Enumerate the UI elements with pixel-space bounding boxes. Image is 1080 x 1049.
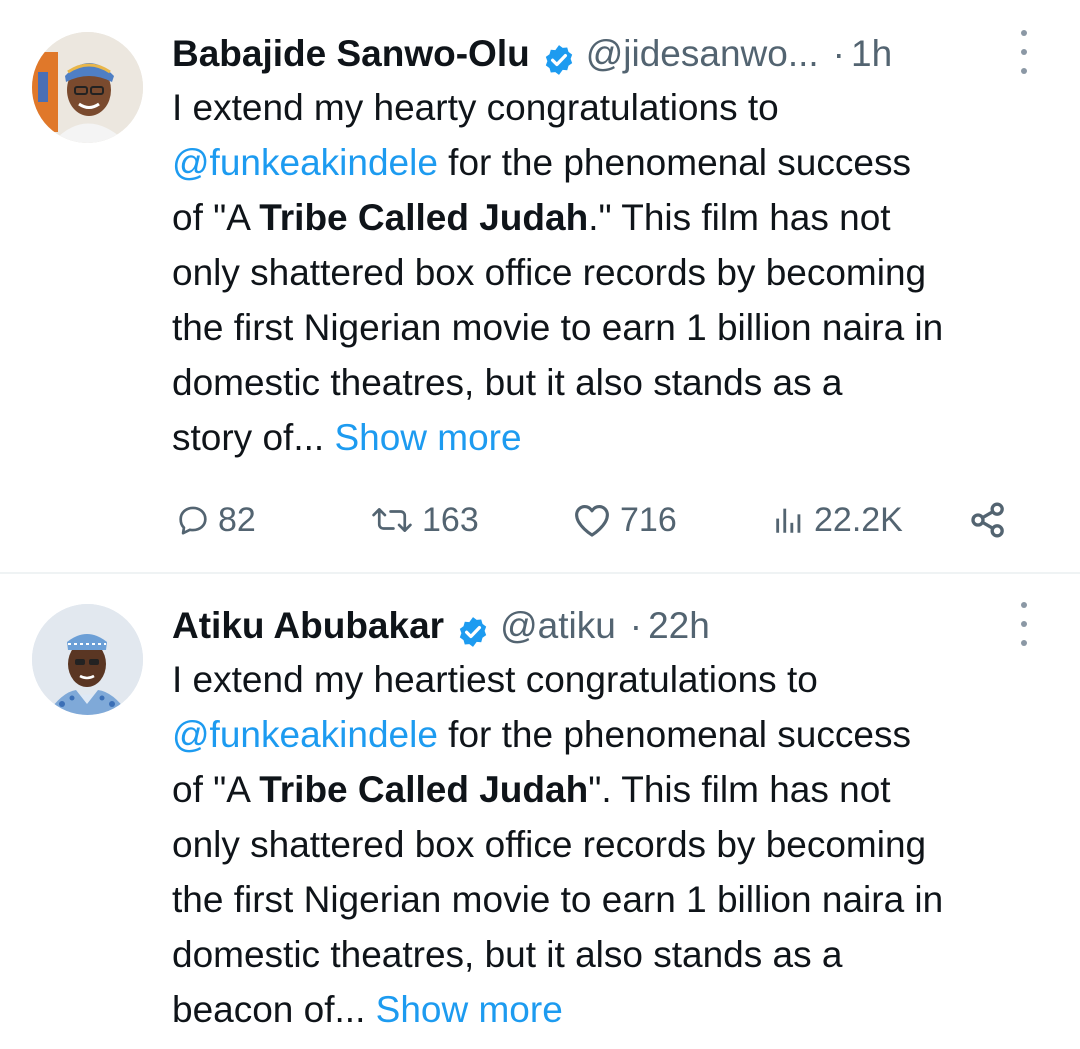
more-options-icon[interactable] — [1014, 30, 1034, 74]
share-icon — [968, 500, 1008, 540]
views-button[interactable]: 22.2K — [772, 492, 903, 548]
views-count: 22.2K — [814, 500, 903, 539]
share-button[interactable] — [968, 492, 1008, 548]
show-more-link[interactable]: Show more — [376, 989, 563, 1030]
retweet-count: 163 — [422, 500, 479, 539]
tweet-text-line: @funkeakindele for the phenomenal succes… — [172, 142, 911, 183]
tweet-text-line: only shattered box office records by bec… — [172, 252, 927, 293]
tweet-text-line: story of... Show more — [172, 417, 522, 458]
tweet-text-line: @funkeakindele for the phenomenal succes… — [172, 714, 911, 755]
tweet-text-line: beacon of... Show more — [172, 989, 563, 1030]
author-handle[interactable]: @jidesanwo... — [586, 26, 819, 82]
author-handle[interactable]: @atiku — [500, 598, 616, 654]
avatar[interactable] — [32, 32, 143, 143]
verified-badge-icon — [542, 37, 576, 75]
tweet-header: Atiku Abubakar @atiku · 22h — [172, 598, 710, 654]
reply-count: 82 — [218, 500, 256, 539]
separator-dot: · — [832, 33, 845, 74]
movie-title: Tribe Called Judah — [259, 197, 589, 238]
more-options-icon[interactable] — [1014, 602, 1034, 646]
tweet-time[interactable]: 22h — [648, 598, 710, 654]
tweet-text-line: of "A Tribe Called Judah." This film has… — [172, 197, 891, 238]
tweet-header: Babajide Sanwo-Olu @jidesanwo... · 1h — [172, 26, 892, 82]
tweet-text-line: I extend my hearty congratulations to — [172, 87, 779, 128]
tweet-text-line: only shattered box office records by bec… — [172, 824, 927, 865]
show-more-link[interactable]: Show more — [334, 417, 521, 458]
tweet-card[interactable]: Atiku Abubakar @atiku · 22h I extend my … — [0, 574, 1080, 1049]
tweet-text-line: the first Nigerian movie to earn 1 billi… — [172, 307, 944, 348]
tweet-text-line: I extend my heartiest congratulations to — [172, 659, 818, 700]
reply-button[interactable]: 82 — [176, 492, 256, 548]
verified-badge-icon — [456, 609, 490, 647]
tweet-text-line: of "A Tribe Called Judah". This film has… — [172, 769, 891, 810]
mention-link[interactable]: @funkeakindele — [172, 142, 438, 183]
like-count: 716 — [620, 500, 677, 539]
tweet-text-line: domestic theatres, but it also stands as… — [172, 362, 843, 403]
author-name[interactable]: Atiku Abubakar — [172, 598, 444, 654]
avatar[interactable] — [32, 604, 143, 715]
tweet-text-line: domestic theatres, but it also stands as… — [172, 934, 843, 975]
like-button[interactable]: 716 — [572, 492, 677, 548]
tweet-text: I extend my hearty congratulations to @f… — [172, 80, 1052, 465]
movie-title: Tribe Called Judah — [259, 769, 589, 810]
reply-icon — [176, 503, 210, 537]
views-icon — [772, 503, 806, 537]
retweet-button[interactable]: 163 — [370, 492, 479, 548]
mention-link[interactable]: @funkeakindele — [172, 714, 438, 755]
tweet-actions: 82 163 716 22.2K — [172, 492, 1022, 548]
retweet-icon — [370, 503, 414, 537]
author-name[interactable]: Babajide Sanwo-Olu — [172, 26, 530, 82]
tweet-time[interactable]: 1h — [851, 26, 892, 82]
tweet-card[interactable]: Babajide Sanwo-Olu @jidesanwo... · 1h I … — [0, 0, 1080, 572]
separator-dot: · — [629, 605, 643, 646]
tweet-text: I extend my heartiest congratulations to… — [172, 652, 1052, 1037]
tweet-text-line: the first Nigerian movie to earn 1 billi… — [172, 879, 944, 920]
heart-icon — [572, 502, 612, 538]
